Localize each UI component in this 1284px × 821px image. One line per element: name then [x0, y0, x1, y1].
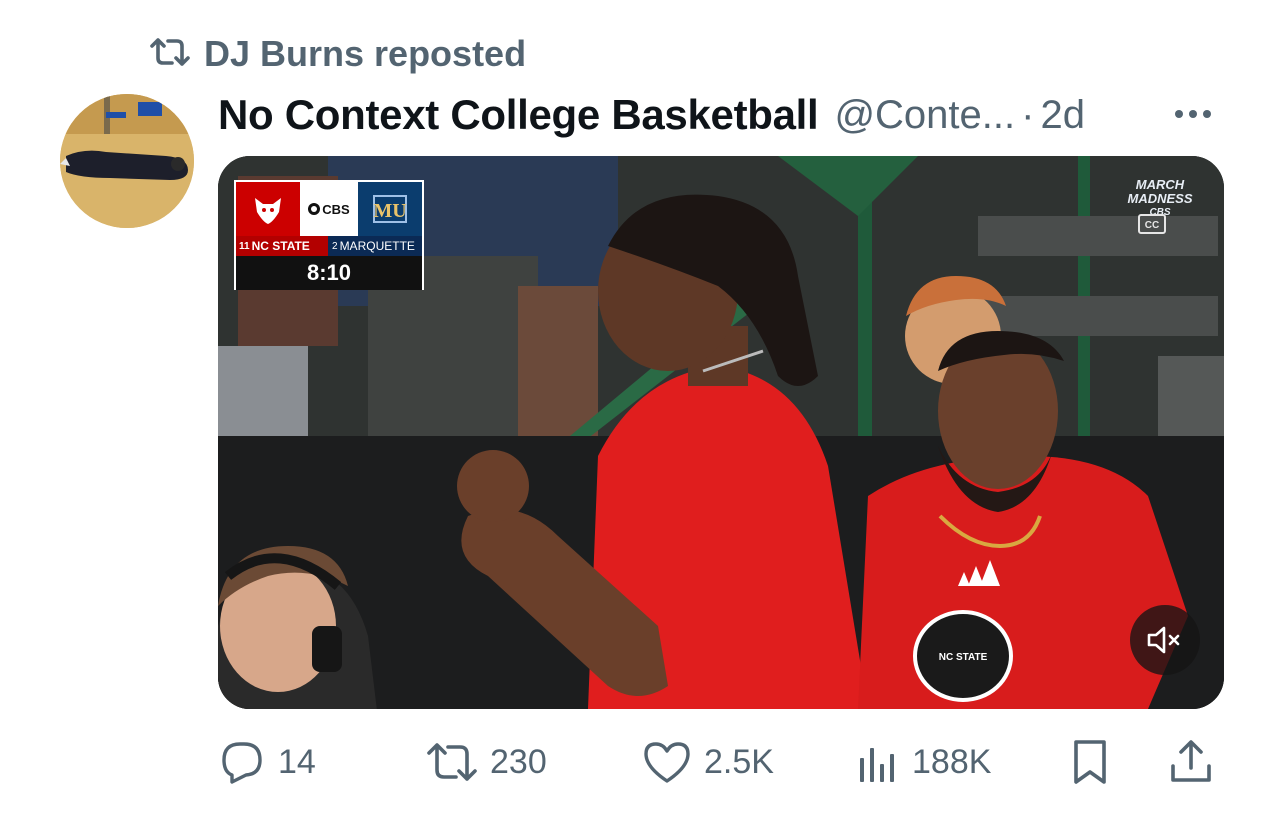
- share-button[interactable]: [1168, 734, 1214, 790]
- game-clock: 8:10: [236, 256, 422, 290]
- display-name[interactable]: No Context College Basketball: [218, 91, 819, 139]
- shirt-logo-text: NC STATE: [939, 652, 988, 663]
- reply-count: 14: [278, 742, 316, 781]
- views-icon: [856, 740, 900, 784]
- svg-text:CC: CC: [1145, 220, 1159, 231]
- reply-button[interactable]: 14: [218, 734, 316, 790]
- repost-icon: [426, 740, 478, 784]
- repost-count: 230: [490, 742, 547, 781]
- more-icon[interactable]: [1168, 94, 1218, 134]
- team1-logo: [236, 182, 300, 236]
- reply-icon: [218, 738, 266, 786]
- more-dot: [1175, 110, 1183, 118]
- views-count: 188K: [912, 742, 992, 781]
- repost-header[interactable]: DJ Burns reposted: [150, 30, 526, 78]
- heart-icon: [642, 739, 692, 785]
- action-bar: 14 230 2.5K 188K: [218, 734, 1228, 790]
- avatar[interactable]: [60, 94, 194, 228]
- timestamp[interactable]: 2d: [1040, 93, 1085, 138]
- more-dot: [1189, 110, 1197, 118]
- cbs-eye-icon: [308, 203, 321, 215]
- scorebug: CBS MU 11 NC STATE 2 MARQUETTE 8:10: [234, 180, 424, 290]
- team2-logo: MU: [358, 182, 422, 236]
- team1-name: 11 NC STATE: [236, 236, 328, 256]
- handle[interactable]: @Conte...: [834, 93, 1015, 138]
- separator-dot: ·: [1021, 92, 1035, 137]
- more-dot: [1203, 110, 1211, 118]
- network-logo: CBS: [300, 182, 358, 236]
- tweet-header: No Context College Basketball @Conte... …: [218, 86, 1228, 144]
- svg-text:MU: MU: [373, 200, 406, 222]
- like-button[interactable]: 2.5K: [642, 734, 774, 790]
- repost-icon: [150, 36, 190, 73]
- views-button[interactable]: 188K: [856, 734, 991, 790]
- repost-label[interactable]: DJ Burns reposted: [204, 33, 526, 75]
- bookmark-button[interactable]: [1070, 734, 1110, 790]
- muted-speaker-icon[interactable]: [1130, 605, 1200, 675]
- like-count: 2.5K: [704, 742, 774, 781]
- share-icon: [1168, 738, 1214, 786]
- closed-captions-icon[interactable]: CC: [1130, 202, 1174, 246]
- team2-name: 2 MARQUETTE: [328, 236, 422, 256]
- video-player[interactable]: NC STATE CBS MU 11 NC STATE 2 MARQUETTE: [218, 156, 1224, 709]
- bookmark-icon: [1070, 738, 1110, 786]
- network-label: CBS: [322, 201, 350, 217]
- repost-button[interactable]: 230: [426, 734, 547, 790]
